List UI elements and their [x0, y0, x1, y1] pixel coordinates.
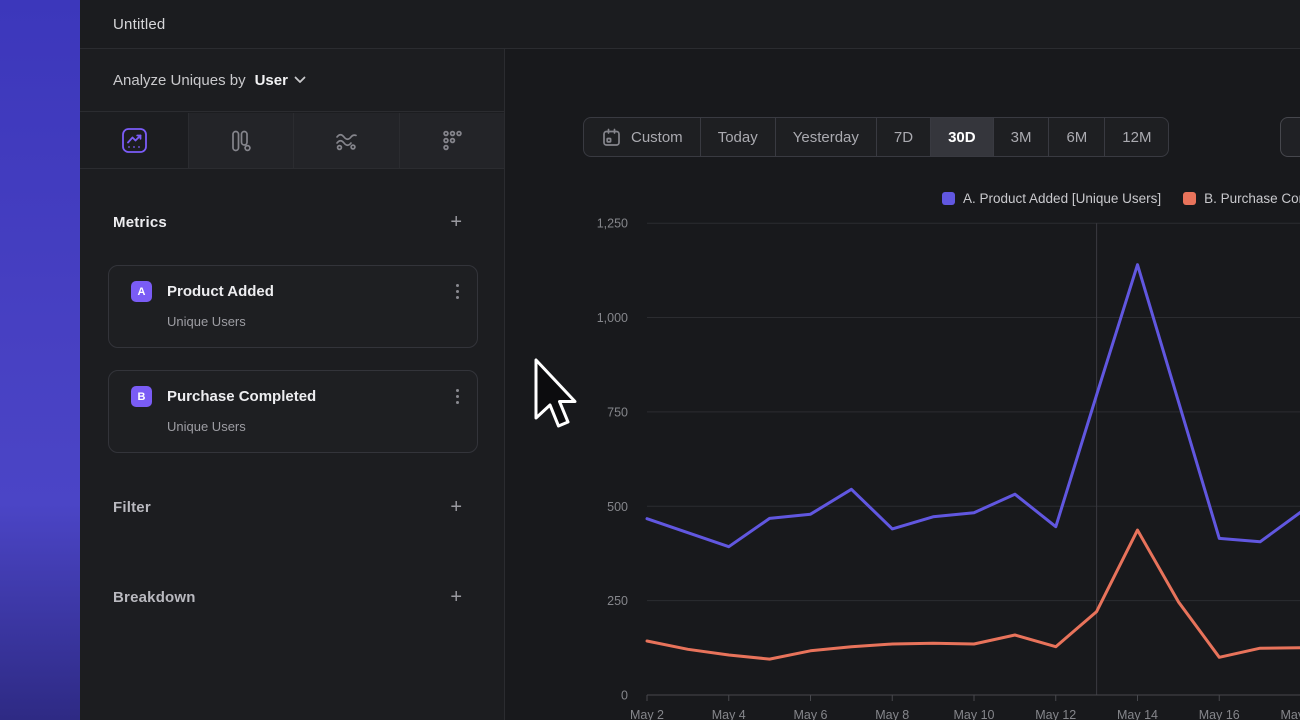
- legend-item-a[interactable]: A. Product Added [Unique Users]: [942, 191, 1161, 206]
- tab-flows[interactable]: [293, 113, 398, 168]
- line-chart[interactable]: 0 250 500 750 1,000 1,250 May 2 May 4 May 6 May 8…: [505, 210, 1300, 720]
- svg-text:May 18: May 18: [1281, 708, 1300, 720]
- svg-text:May 16: May 16: [1199, 708, 1240, 720]
- svg-text:250: 250: [607, 594, 628, 608]
- funnel-bars-icon: [228, 128, 254, 154]
- filter-title: Filter: [113, 499, 151, 516]
- svg-text:0: 0: [621, 689, 628, 703]
- calendar-icon: [601, 127, 622, 148]
- metric-badge-b: B: [131, 386, 152, 407]
- x-axis-labels: May 2 May 4 May 6 May 8 May 10 May 12 May 14 Ma…: [630, 708, 1300, 720]
- analyze-uniques-selector[interactable]: Analyze Uniques by User: [80, 49, 504, 112]
- metric-aggregation[interactable]: Unique Users: [167, 314, 246, 329]
- chevron-down-icon: [294, 76, 306, 84]
- range-today[interactable]: Today: [700, 118, 775, 156]
- series-line-b[interactable]: [647, 530, 1300, 659]
- chart-panel: Custom Today Yesterday 7D 30D 3M 6M 12M …: [505, 49, 1300, 720]
- range-12m[interactable]: 12M: [1104, 118, 1168, 156]
- breakdown-title: Breakdown: [113, 589, 196, 606]
- chart-legend: A. Product Added [Unique Users] B. Purch…: [942, 191, 1300, 206]
- svg-text:1,250: 1,250: [597, 217, 628, 231]
- breakdown-section-header: Breakdown +: [113, 587, 462, 607]
- compare-button[interactable]: Compare: [1280, 117, 1300, 157]
- filter-section-header: Filter +: [113, 497, 462, 517]
- svg-text:750: 750: [607, 405, 628, 419]
- range-custom[interactable]: Custom: [584, 118, 700, 156]
- legend-swatch-a: [942, 192, 955, 205]
- range-3m[interactable]: 3M: [993, 118, 1049, 156]
- analyze-label: Analyze Uniques by: [113, 72, 246, 89]
- x-axis: [647, 695, 1300, 701]
- metrics-title: Metrics: [113, 214, 167, 231]
- legend-item-b[interactable]: B. Purchase Completed [Unique Users]: [1183, 191, 1300, 206]
- tab-insights[interactable]: [80, 113, 188, 168]
- svg-text:May 8: May 8: [875, 708, 909, 720]
- chart-gridlines: [647, 223, 1300, 600]
- add-breakdown-button[interactable]: +: [450, 587, 462, 607]
- metric-card-a[interactable]: A Product Added Unique Users: [108, 265, 478, 348]
- date-range-controls: Custom Today Yesterday 7D 30D 3M 6M 12M …: [583, 117, 1169, 157]
- kebab-menu-icon[interactable]: [454, 282, 461, 301]
- tab-retention[interactable]: [399, 113, 504, 168]
- report-header: Untitled: [80, 0, 1300, 49]
- legend-label-a: A. Product Added [Unique Users]: [963, 191, 1161, 206]
- metrics-section-header: Metrics +: [113, 212, 462, 232]
- flow-icon: [333, 127, 360, 154]
- svg-text:May 12: May 12: [1035, 708, 1076, 720]
- retention-grid-icon: [439, 128, 465, 154]
- svg-text:May 10: May 10: [954, 708, 995, 720]
- kebab-menu-icon[interactable]: [454, 387, 461, 406]
- svg-text:May 4: May 4: [712, 708, 746, 720]
- range-7d[interactable]: 7D: [876, 118, 930, 156]
- report-type-tabs: [80, 113, 504, 169]
- svg-text:1,000: 1,000: [597, 311, 628, 325]
- app-window: Untitled Analyze Uniques by User: [0, 0, 1300, 720]
- report-title[interactable]: Untitled: [113, 16, 165, 33]
- query-builder-sidebar: Analyze Uniques by User: [80, 49, 505, 720]
- svg-text:500: 500: [607, 500, 628, 514]
- legend-swatch-b: [1183, 192, 1196, 205]
- series-line-a[interactable]: [647, 265, 1300, 547]
- svg-text:May 6: May 6: [793, 708, 827, 720]
- y-axis-labels: 0 250 500 750 1,000 1,250: [597, 217, 628, 703]
- add-metric-button[interactable]: +: [450, 212, 462, 232]
- svg-text:May 2: May 2: [630, 708, 664, 720]
- metric-name[interactable]: Product Added: [167, 283, 274, 300]
- metric-aggregation[interactable]: Unique Users: [167, 419, 246, 434]
- date-range-segmented-control: Custom Today Yesterday 7D 30D 3M 6M 12M: [583, 117, 1169, 157]
- tab-funnels[interactable]: [188, 113, 293, 168]
- left-brand-gradient-strip: [0, 0, 80, 720]
- metric-name[interactable]: Purchase Completed: [167, 388, 316, 405]
- range-yesterday[interactable]: Yesterday: [775, 118, 876, 156]
- add-filter-button[interactable]: +: [450, 497, 462, 517]
- metric-card-b[interactable]: B Purchase Completed Unique Users: [108, 370, 478, 453]
- legend-label-b: B. Purchase Completed [Unique Users]: [1204, 191, 1300, 206]
- range-6m[interactable]: 6M: [1048, 118, 1104, 156]
- analyze-value[interactable]: User: [255, 72, 288, 89]
- svg-text:May 14: May 14: [1117, 708, 1158, 720]
- metric-badge-a: A: [131, 281, 152, 302]
- range-30d[interactable]: 30D: [930, 118, 993, 156]
- insights-line-chart-icon: [121, 127, 148, 154]
